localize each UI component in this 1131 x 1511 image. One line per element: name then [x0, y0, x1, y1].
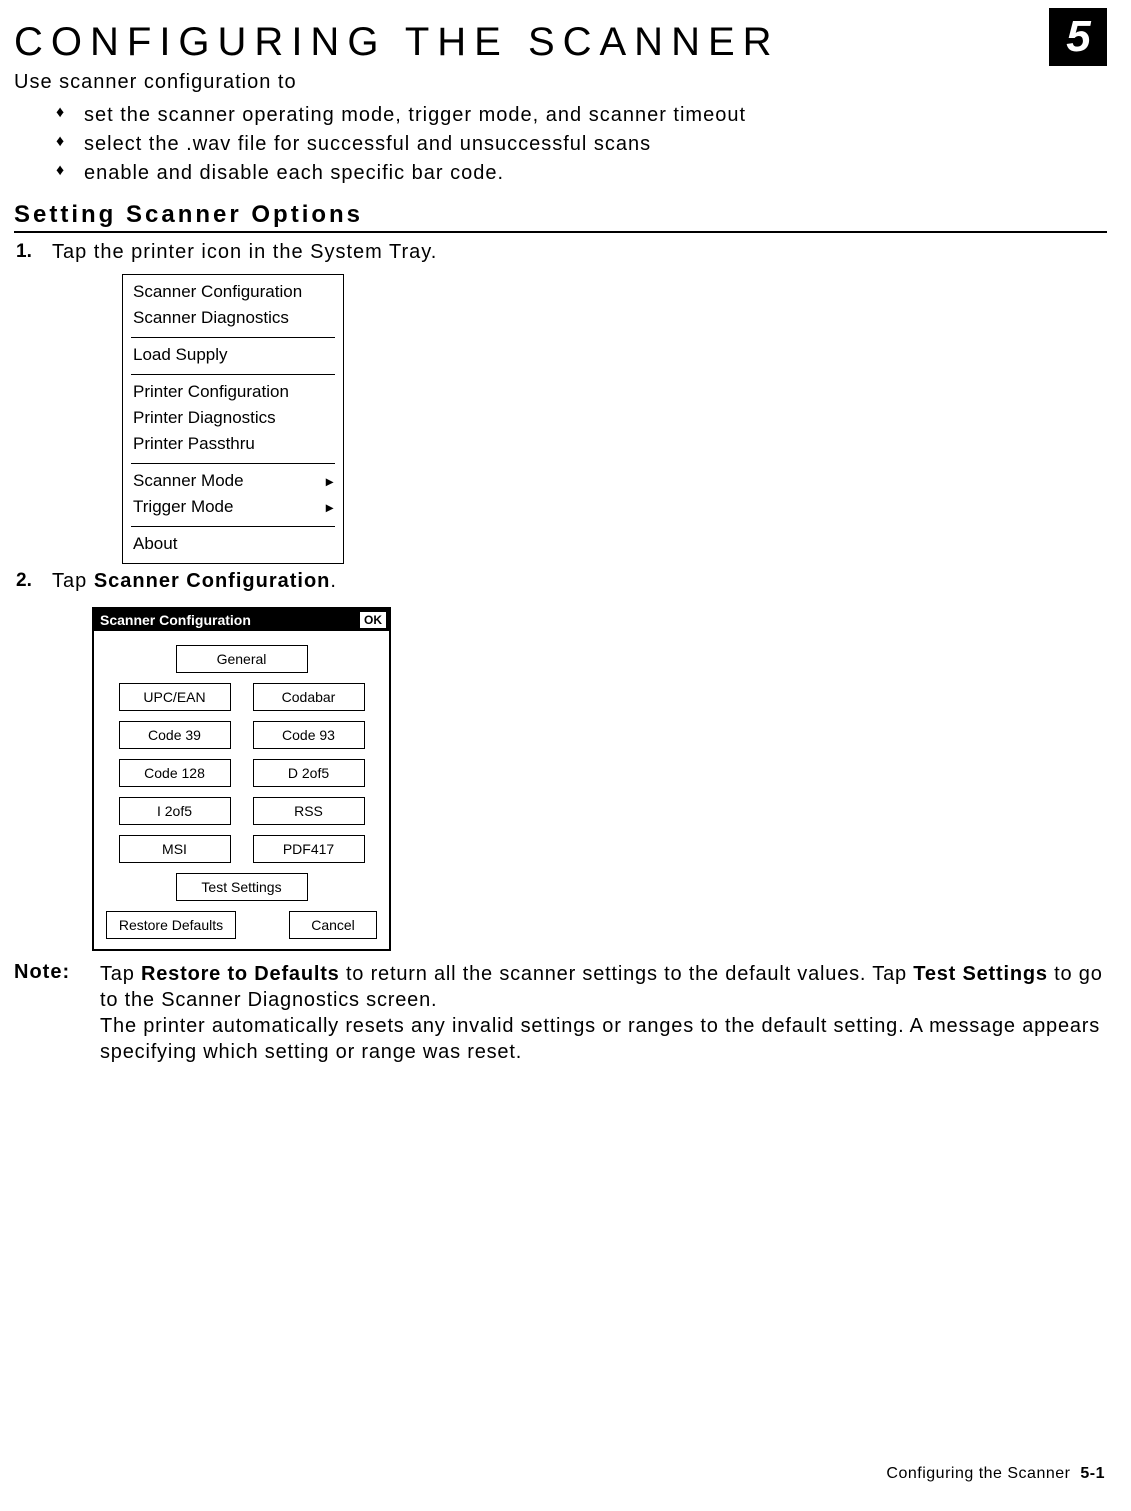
- note-bold: Test Settings: [913, 963, 1048, 985]
- menu-item-label: Scanner Mode: [133, 471, 244, 491]
- menu-item-label: Printer Passthru: [133, 434, 255, 454]
- lead-text: Use scanner configuration to: [14, 71, 1107, 94]
- page-title: CONFIGURING THE SCANNER: [14, 20, 1107, 65]
- menu-item-scanner-mode[interactable]: Scanner Mode ▸: [133, 468, 333, 494]
- code93-button[interactable]: Code 93: [253, 721, 365, 749]
- rss-button[interactable]: RSS: [253, 797, 365, 825]
- codabar-button[interactable]: Codabar: [253, 683, 365, 711]
- code128-button[interactable]: Code 128: [119, 759, 231, 787]
- menu-item-label: Load Supply: [133, 345, 228, 365]
- menu-item-printer-passthru[interactable]: Printer Passthru: [133, 431, 333, 457]
- menu-item-printer-diagnostics[interactable]: Printer Diagnostics: [133, 405, 333, 431]
- section-heading: Setting Scanner Options: [14, 201, 1107, 233]
- menu-item-printer-configuration[interactable]: Printer Configuration: [133, 379, 333, 405]
- step-text: Tap Scanner Configuration.: [52, 570, 337, 593]
- scanner-configuration-dialog: Scanner Configuration OK General UPC/EAN…: [92, 607, 391, 951]
- menu-item-scanner-configuration[interactable]: Scanner Configuration: [133, 279, 333, 305]
- upc-ean-button[interactable]: UPC/EAN: [119, 683, 231, 711]
- intro-bullet-list: set the scanner operating mode, trigger …: [56, 102, 1107, 187]
- menu-item-load-supply[interactable]: Load Supply: [133, 342, 333, 368]
- menu-item-label: Scanner Configuration: [133, 282, 302, 302]
- cancel-button[interactable]: Cancel: [289, 911, 377, 939]
- page-footer: Configuring the Scanner 5-1: [886, 1465, 1105, 1483]
- step-text-segment: .: [330, 570, 337, 592]
- step-1: 1. Tap the printer icon in the System Tr…: [16, 241, 1107, 264]
- pdf417-button[interactable]: PDF417: [253, 835, 365, 863]
- menu-item-label: Printer Configuration: [133, 382, 289, 402]
- step-2: 2. Tap Scanner Configuration.: [16, 570, 1107, 593]
- note-text-segment: Tap: [100, 963, 141, 985]
- menu-item-label: About: [133, 534, 177, 554]
- d2of5-button[interactable]: D 2of5: [253, 759, 365, 787]
- bullet-item: enable and disable each specific bar cod…: [56, 160, 1107, 187]
- note-content: Tap Restore to Defaults to return all th…: [100, 961, 1107, 1065]
- general-button[interactable]: General: [176, 645, 308, 673]
- note-bold: Restore to Defaults: [141, 963, 340, 985]
- step-text-segment: Tap: [52, 570, 94, 592]
- menu-item-label: Trigger Mode: [133, 497, 233, 517]
- step-number: 1.: [16, 241, 52, 263]
- menu-item-scanner-diagnostics[interactable]: Scanner Diagnostics: [133, 305, 333, 331]
- menu-item-about[interactable]: About: [133, 531, 333, 557]
- i2of5-button[interactable]: I 2of5: [119, 797, 231, 825]
- note-label: Note:: [14, 961, 100, 984]
- step-text-bold: Scanner Configuration: [94, 570, 331, 592]
- menu-item-trigger-mode[interactable]: Trigger Mode ▸: [133, 494, 333, 520]
- footer-section: Configuring the Scanner: [886, 1465, 1070, 1482]
- bullet-item: set the scanner operating mode, trigger …: [56, 102, 1107, 129]
- dialog-title: Scanner Configuration: [94, 609, 257, 631]
- submenu-arrow-icon: ▸: [326, 473, 333, 490]
- context-menu: Scanner Configuration Scanner Diagnostic…: [122, 274, 344, 564]
- chapter-number-badge: 5: [1049, 8, 1107, 66]
- dialog-titlebar: Scanner Configuration OK: [94, 609, 389, 631]
- footer-page-number: 5-1: [1080, 1465, 1105, 1482]
- submenu-arrow-icon: ▸: [326, 499, 333, 516]
- msi-button[interactable]: MSI: [119, 835, 231, 863]
- note-text-segment: to return all the scanner settings to th…: [340, 963, 914, 985]
- note-paragraph: The printer automatically resets any inv…: [100, 1013, 1107, 1065]
- step-text: Tap the printer icon in the System Tray.: [52, 241, 437, 264]
- menu-item-label: Scanner Diagnostics: [133, 308, 289, 328]
- restore-defaults-button[interactable]: Restore Defaults: [106, 911, 236, 939]
- step-number: 2.: [16, 570, 52, 592]
- ok-button[interactable]: OK: [359, 611, 387, 629]
- bullet-item: select the .wav file for successful and …: [56, 131, 1107, 158]
- menu-item-label: Printer Diagnostics: [133, 408, 276, 428]
- test-settings-button[interactable]: Test Settings: [176, 873, 308, 901]
- code39-button[interactable]: Code 39: [119, 721, 231, 749]
